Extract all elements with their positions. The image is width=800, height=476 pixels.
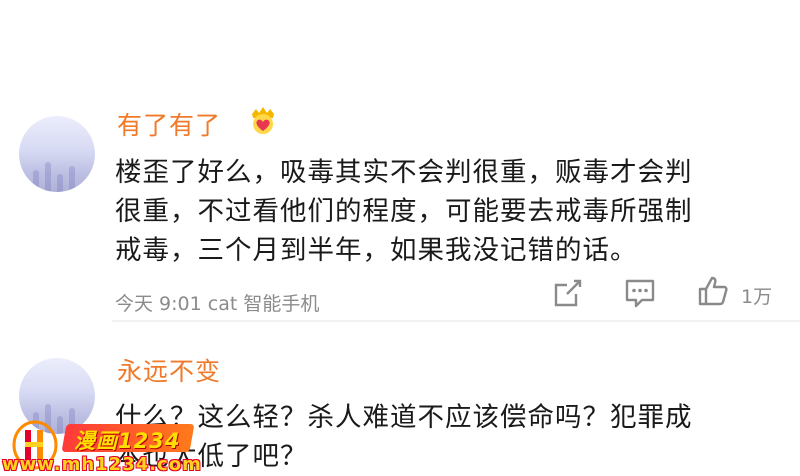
watermark-banner-text: 漫画1234 [74,429,181,453]
comment-item: 有了有了 楼歪了好么，吸毒其实不会判很重，贩毒才会判 很重，不过看他们的程度，可… [0,0,800,320]
reply-button[interactable] [624,277,656,309]
comment-text: 楼歪了好么，吸毒其实不会判很重，贩毒才会判 很重，不过看他们的程度，可能要去戒毒… [115,153,693,270]
share-button[interactable] [552,277,584,309]
comment-text-line: 楼歪了好么，吸毒其实不会判很重，贩毒才会判 [115,157,693,188]
like-count: 1万 [741,286,773,308]
site-watermark: 漫画1234 www.mh1234.com [0,416,202,475]
comment-meta: 今天 9:01 cat 智能手机 [115,293,320,315]
watermark-url: www.mh1234.com [2,454,202,475]
comment-text-line: 什么？这么轻？杀人难道不应该偿命吗？犯罪成 [115,402,693,433]
share-icon [554,279,582,307]
comment-text-line: 很重，不过看他们的程度，可能要去戒毒所强制 [115,196,693,227]
avatar[interactable] [19,116,95,192]
comment-text-line: 戒毒，三个月到半年，如果我没记错的话。 [115,235,638,266]
comment-icon [625,279,655,308]
username[interactable]: 永远不变 [117,352,221,388]
like-button[interactable] [697,275,729,307]
thumbs-up-icon [698,276,728,306]
crown-heart-icon [248,105,278,135]
username[interactable]: 有了有了 [117,106,221,142]
